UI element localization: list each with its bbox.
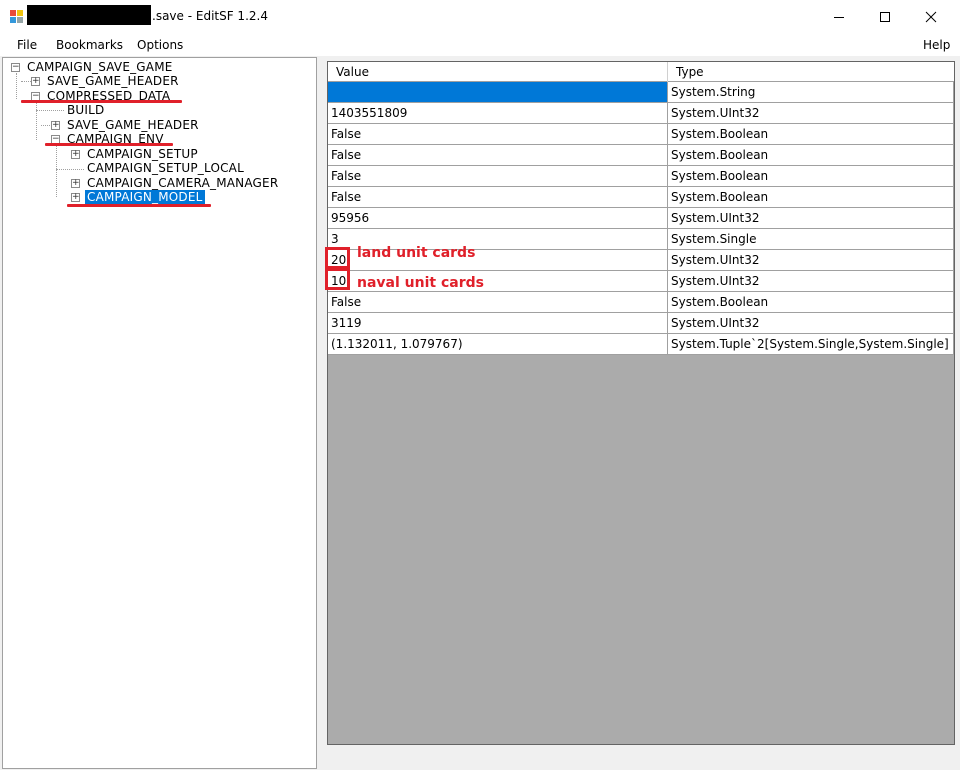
expand-icon[interactable]: + xyxy=(71,193,80,202)
table-row[interactable]: 3119 System.UInt32 xyxy=(328,313,954,334)
maximize-icon xyxy=(880,11,890,22)
value-cell[interactable]: False xyxy=(328,145,668,166)
type-cell: System.Boolean xyxy=(668,292,954,313)
table-row[interactable]: False System.Boolean xyxy=(328,166,954,187)
tree-node-label: CAMPAIGN_SETUP xyxy=(87,147,198,161)
type-cell: System.UInt32 xyxy=(668,313,954,334)
close-icon xyxy=(925,11,937,22)
tree-node-campaign-setup-local[interactable]: CAMPAIGN_SETUP_LOCAL xyxy=(71,161,246,175)
minimize-button[interactable] xyxy=(816,0,862,33)
maximize-button[interactable] xyxy=(862,0,908,33)
tree-node-label: CAMPAIGN_SETUP_LOCAL xyxy=(87,161,244,175)
tree-node-label: BUILD xyxy=(67,103,105,117)
collapse-icon[interactable]: − xyxy=(11,63,20,72)
type-cell: System.UInt32 xyxy=(668,250,954,271)
tree-line xyxy=(16,73,17,99)
tree-node-campaign-setup[interactable]: + CAMPAIGN_SETUP xyxy=(71,147,200,161)
tree-node-label: SAVE_GAME_HEADER xyxy=(47,74,179,88)
type-cell: System.Tuple`2[System.Single,System.Sing… xyxy=(668,334,954,355)
type-cell: System.Single xyxy=(668,229,954,250)
table-row[interactable]: (1.132011, 1.079767) System.Tuple`2[Syst… xyxy=(328,334,954,355)
value-cell[interactable]: 1403551809 xyxy=(328,103,668,124)
value-cell[interactable]: 3119 xyxy=(328,313,668,334)
type-cell: System.UInt32 xyxy=(668,271,954,292)
tree-line xyxy=(21,81,31,82)
tree-node-campaign-camera-manager[interactable]: + CAMPAIGN_CAMERA_MANAGER xyxy=(71,176,280,190)
table-row[interactable]: False System.Boolean xyxy=(328,145,954,166)
menu-bookmarks[interactable]: Bookmarks xyxy=(56,38,123,52)
tree-node-label: CAMPAIGN_CAMERA_MANAGER xyxy=(87,176,279,190)
tree-node-build[interactable]: BUILD xyxy=(51,103,106,117)
annotation-underline xyxy=(45,143,173,146)
annotation-naval-unit-cards: naval unit cards xyxy=(357,275,484,291)
value-cell[interactable]: (1.132011, 1.079767) xyxy=(328,334,668,355)
title-bar: .save - EditSF 1.2.4 xyxy=(0,0,960,33)
value-cell[interactable]: False xyxy=(328,292,668,313)
redacted-filename xyxy=(27,5,151,25)
tree-node-save-game-header[interactable]: + SAVE_GAME_HEADER xyxy=(31,74,181,88)
annotation-land-unit-cards: land unit cards xyxy=(357,245,476,261)
type-cell: System.UInt32 xyxy=(668,208,954,229)
window-title: .save - EditSF 1.2.4 xyxy=(152,9,268,23)
menu-help[interactable]: Help xyxy=(923,38,950,52)
menu-options[interactable]: Options xyxy=(137,38,183,52)
type-cell: System.Boolean xyxy=(668,187,954,208)
tree-node-save-game-header-inner[interactable]: + SAVE_GAME_HEADER xyxy=(51,118,201,132)
type-cell: System.String xyxy=(668,82,954,103)
menu-file[interactable]: File xyxy=(17,38,37,52)
tree-node-label: CAMPAIGN_MODEL xyxy=(85,190,205,204)
value-cell[interactable]: False xyxy=(328,166,668,187)
table-row[interactable]: 95956 System.UInt32 xyxy=(328,208,954,229)
table-row[interactable]: System.String xyxy=(328,82,954,103)
highlight-box-naval xyxy=(325,268,350,290)
column-header-type[interactable]: Type xyxy=(668,62,954,82)
type-cell: System.Boolean xyxy=(668,124,954,145)
tree-node-campaign-save-game[interactable]: − CAMPAIGN_SAVE_GAME xyxy=(11,60,175,74)
table-row[interactable]: 1403551809 System.UInt32 xyxy=(328,103,954,124)
value-cell[interactable] xyxy=(328,82,668,103)
value-cell[interactable]: False xyxy=(328,124,668,145)
grid-header: Value Type xyxy=(328,62,954,82)
type-cell: System.Boolean xyxy=(668,145,954,166)
value-cell[interactable]: False xyxy=(328,187,668,208)
value-cell[interactable]: 95956 xyxy=(328,208,668,229)
expand-icon[interactable]: + xyxy=(51,121,60,130)
app-icon xyxy=(10,10,24,23)
expand-icon[interactable]: + xyxy=(71,179,80,188)
column-header-value[interactable]: Value xyxy=(328,62,668,82)
minimize-icon xyxy=(834,16,844,18)
tree-node-label: CAMPAIGN_SAVE_GAME xyxy=(27,60,173,74)
table-row[interactable]: False System.Boolean xyxy=(328,124,954,145)
tree-line xyxy=(36,102,37,140)
tree-node-campaign-model[interactable]: + CAMPAIGN_MODEL xyxy=(71,190,205,204)
table-row[interactable]: False System.Boolean xyxy=(328,187,954,208)
annotation-underline xyxy=(67,204,211,207)
data-grid[interactable]: Value Type System.String 1403551809 Syst… xyxy=(327,61,955,745)
table-row[interactable]: False System.Boolean xyxy=(328,292,954,313)
tree-line xyxy=(41,125,50,126)
type-cell: System.UInt32 xyxy=(668,103,954,124)
tree-line xyxy=(56,145,57,197)
tree-node-label: SAVE_GAME_HEADER xyxy=(67,118,199,132)
annotation-underline xyxy=(21,100,182,103)
menu-bar: File Bookmarks Options Help xyxy=(0,33,960,56)
close-button[interactable] xyxy=(908,0,954,33)
expand-icon[interactable]: + xyxy=(71,150,80,159)
type-cell: System.Boolean xyxy=(668,166,954,187)
highlight-box-land xyxy=(325,247,350,269)
expand-icon[interactable]: + xyxy=(31,77,40,86)
